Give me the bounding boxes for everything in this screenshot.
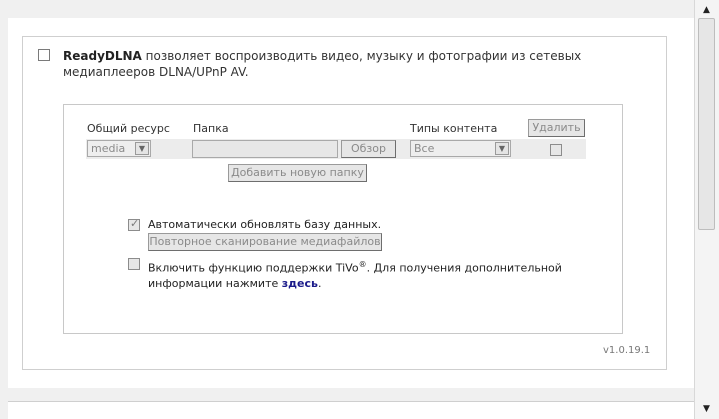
scroll-down-icon[interactable]: ▼ (697, 401, 716, 417)
tivo-label-text-2: . Для получения дополнительной (366, 261, 562, 275)
share-select[interactable]: media ▼ (87, 140, 151, 157)
add-folder-button[interactable]: Добавить новую папку (228, 164, 367, 182)
enable-readydlna-checkbox[interactable] (38, 49, 50, 61)
column-content-types-label: Типы контента (410, 122, 498, 135)
vertical-scrollbar[interactable]: ▲ ▼ (694, 0, 719, 419)
top-strip (8, 0, 694, 18)
scrollbar-thumb[interactable] (698, 18, 715, 230)
product-name: ReadyDLNA (63, 49, 142, 63)
tivo-label: Включить функцию поддержки TiVo®. Для по… (148, 257, 568, 291)
tivo-label-end: . (317, 276, 322, 290)
delete-row-checkbox[interactable] (550, 144, 562, 156)
tivo-info-link[interactable]: здесь (282, 277, 318, 290)
chevron-down-icon: ▼ (135, 142, 149, 155)
description-line2: медиаплееров DLNA/UPnP AV. (63, 65, 249, 79)
share-select-value: media (91, 142, 126, 155)
auto-update-checkbox[interactable]: ✓ (128, 217, 140, 231)
next-panel (8, 401, 694, 419)
version-label: v1.0.19.1 (603, 345, 651, 356)
column-share-label: Общий ресурс (87, 122, 170, 135)
rescan-button[interactable]: Повторное сканирование медиафайлов (148, 233, 382, 251)
chevron-down-icon: ▼ (495, 142, 509, 155)
description-line1: позволяет воспроизводить видео, музыку и… (141, 49, 582, 63)
auto-update-label: Автоматически обновлять базу данных. (148, 218, 382, 231)
tivo-label-text: Включить функцию поддержки TiVo (148, 261, 359, 275)
content-type-select-value: Все (414, 142, 435, 155)
folder-path-input[interactable] (192, 140, 338, 158)
tivo-registered-mark: ® (358, 260, 367, 269)
tivo-label-line2: информации нажмите (148, 276, 282, 290)
scroll-up-icon[interactable]: ▲ (697, 2, 716, 18)
column-folder-label: Папка (193, 122, 229, 135)
check-icon: ✓ (130, 217, 140, 230)
delete-button[interactable]: Удалить (528, 119, 585, 137)
tivo-checkbox[interactable] (128, 258, 140, 270)
readydlna-description: ReadyDLNA позволяет воспроизводить видео… (63, 48, 623, 80)
browse-button[interactable]: Обзор (341, 140, 396, 158)
content-type-select[interactable]: Все ▼ (410, 140, 511, 157)
